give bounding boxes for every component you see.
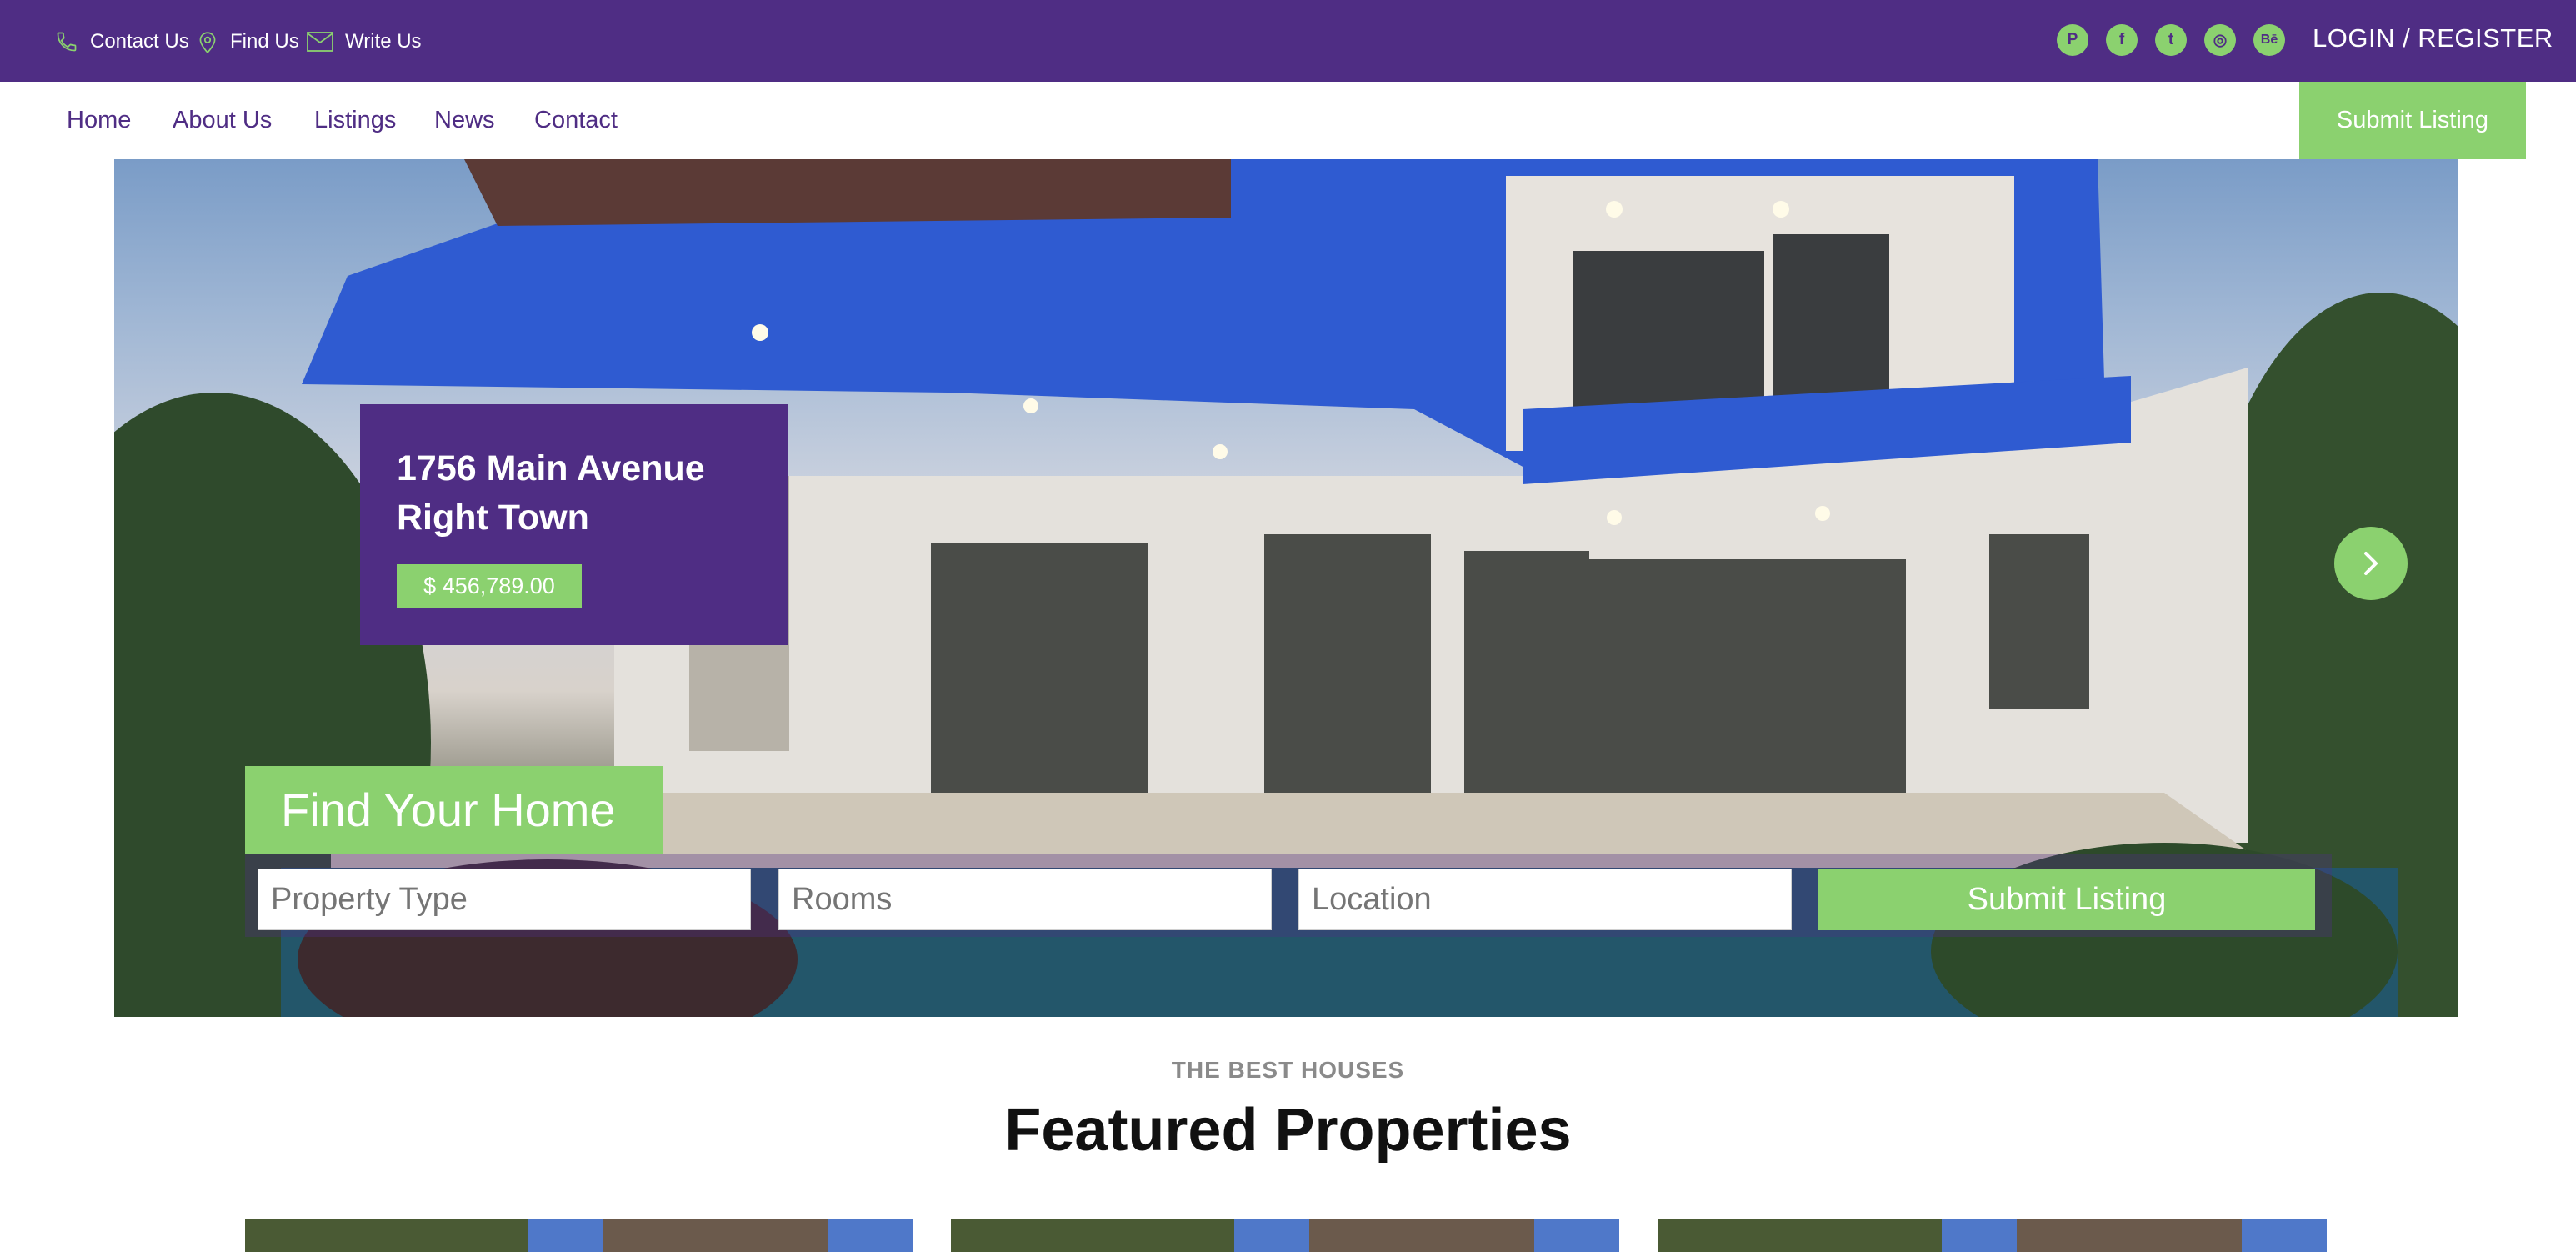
listing-address-line2: Right Town (397, 498, 589, 538)
listing-address-line1: 1756 Main Avenue (397, 448, 705, 488)
property-photo (1658, 1219, 2327, 1252)
listing-price-badge: $ 456,789.00 (397, 564, 582, 608)
listing-info-card[interactable]: 1756 Main Avenue Right Town $ 456,789.00 (360, 404, 788, 645)
phone-icon (57, 32, 77, 52)
property-card-image[interactable] (1658, 1219, 2327, 1252)
find-us-link[interactable]: Find Us (197, 25, 299, 58)
listing-address: 1756 Main Avenue Right Town (397, 444, 763, 543)
nav-home[interactable]: Home (67, 107, 131, 134)
twitter-icon[interactable]: t (2155, 24, 2187, 56)
write-us-label: Write Us (345, 30, 422, 53)
section-title: Featured Properties (1004, 1097, 1572, 1164)
rooms-input[interactable] (778, 869, 1272, 930)
map-pin-icon (199, 32, 216, 54)
login-register-link[interactable]: LOGIN / REGISTER (2313, 23, 2553, 53)
location-input[interactable] (1298, 869, 1792, 930)
nav-listings[interactable]: Listings (314, 107, 396, 134)
property-card-image[interactable] (951, 1219, 1619, 1252)
find-us-label: Find Us (230, 30, 299, 53)
nav-about-us[interactable]: About Us (173, 107, 272, 134)
facebook-icon[interactable]: f (2106, 24, 2138, 56)
property-photo (245, 1219, 913, 1252)
envelope-icon (307, 32, 333, 52)
write-us-link[interactable]: Write Us (307, 25, 422, 58)
chevron-right-icon (2364, 552, 2378, 575)
behance-icon[interactable]: Bē (2253, 24, 2285, 56)
property-photo (951, 1219, 1619, 1252)
main-nav: Home About Us Listings News Contact Subm… (0, 82, 2576, 159)
find-your-home-title: Find Your Home (245, 766, 663, 854)
slider-next-button[interactable] (2334, 527, 2408, 600)
contact-us-link[interactable]: Contact Us (55, 25, 189, 58)
hero-slider: 1756 Main Avenue Right Town $ 456,789.00… (114, 159, 2458, 1017)
property-card-image[interactable] (245, 1219, 913, 1252)
dribbble-icon[interactable]: ◎ (2204, 24, 2236, 56)
contact-us-label: Contact Us (90, 30, 189, 53)
pinterest-icon[interactable]: P (2057, 24, 2088, 56)
search-submit-button[interactable]: Submit Listing (1818, 869, 2315, 930)
top-bar: Contact Us Find Us Write Us P f t ◎ Bē L… (0, 0, 2576, 82)
property-type-input[interactable] (258, 869, 751, 930)
section-eyebrow: THE BEST HOUSES (1171, 1057, 1405, 1083)
nav-contact[interactable]: Contact (534, 107, 618, 134)
submit-listing-button[interactable]: Submit Listing (2299, 82, 2526, 159)
nav-news[interactable]: News (434, 107, 495, 134)
